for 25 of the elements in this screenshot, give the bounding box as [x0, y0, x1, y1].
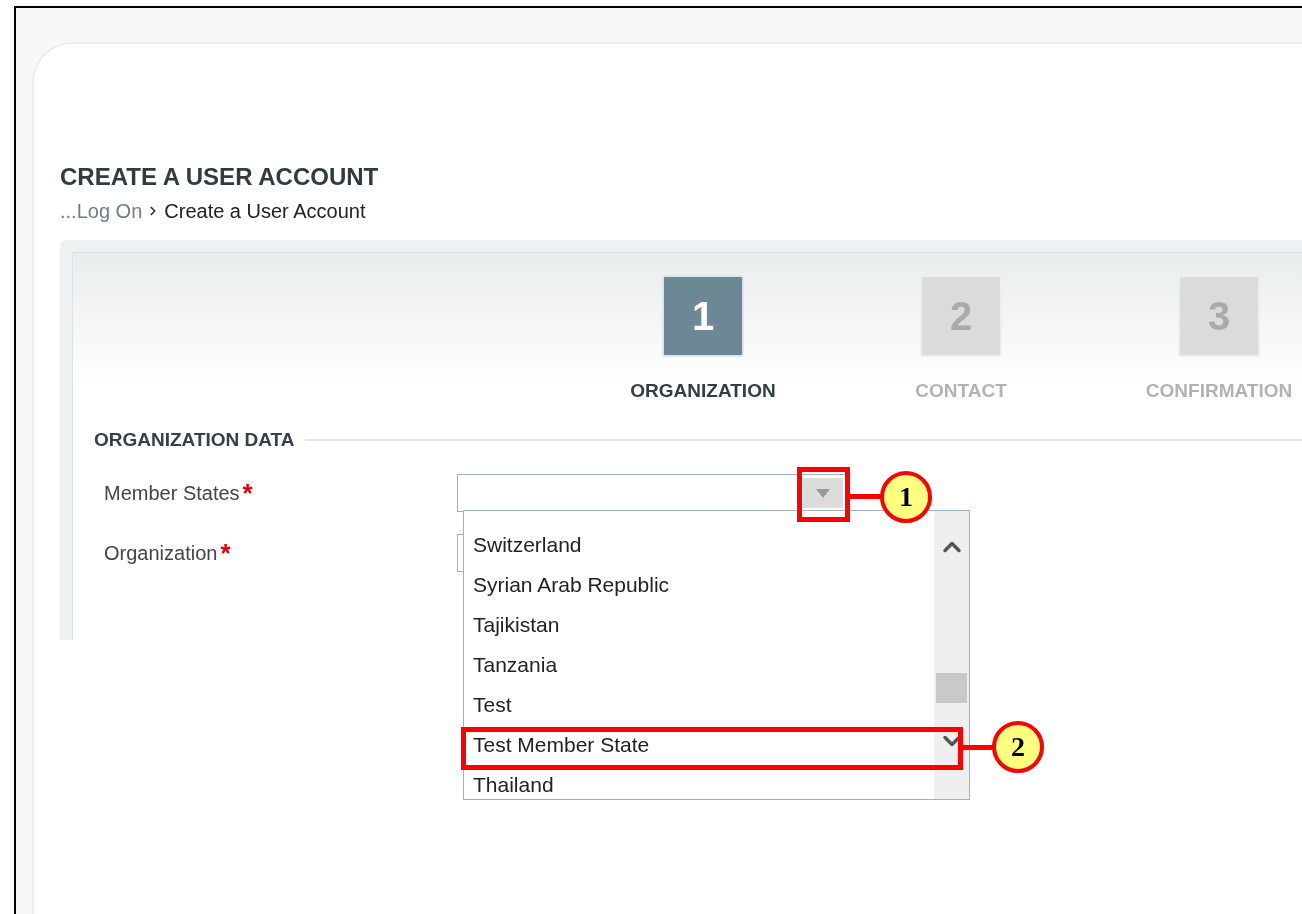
member-states-dropdown[interactable] — [457, 474, 847, 512]
dropdown-option[interactable]: Thailand — [473, 765, 934, 805]
step-label: CONFIRMATION — [1145, 379, 1293, 403]
step-label: CONTACT — [915, 379, 1007, 403]
dropdown-option[interactable]: Switzerland — [473, 525, 934, 565]
section-title: ORGANIZATION DATA — [94, 427, 295, 452]
dropdown-option[interactable]: Test — [473, 685, 934, 725]
caret-down-icon — [816, 488, 830, 498]
highlight-frame — [797, 467, 850, 522]
breadcrumb-link[interactable]: ...Log On — [60, 198, 143, 224]
breadcrumb-current: Create a User Account — [164, 199, 366, 224]
required-mark: * — [220, 543, 231, 563]
step-number: 1 — [662, 275, 744, 357]
dropdown-option[interactable]: Syrian Arab Republic — [473, 565, 934, 605]
field-label: Member States — [104, 481, 240, 506]
dropdown-option[interactable]: Test Member State — [473, 725, 934, 765]
required-mark: * — [242, 483, 253, 503]
dropdown-option[interactable]: Tajikistan — [473, 605, 934, 645]
scrollbar-thumb[interactable] — [936, 673, 967, 703]
dropdown-arrow-button[interactable] — [803, 478, 843, 508]
dropdown-option[interactable]: Tanzania — [473, 645, 934, 685]
page-title: CREATE A USER ACCOUNT — [60, 162, 379, 192]
field-label: Organization — [104, 541, 218, 566]
step-label: ORGANIZATION — [630, 379, 776, 403]
scrollbar[interactable] — [934, 511, 969, 799]
